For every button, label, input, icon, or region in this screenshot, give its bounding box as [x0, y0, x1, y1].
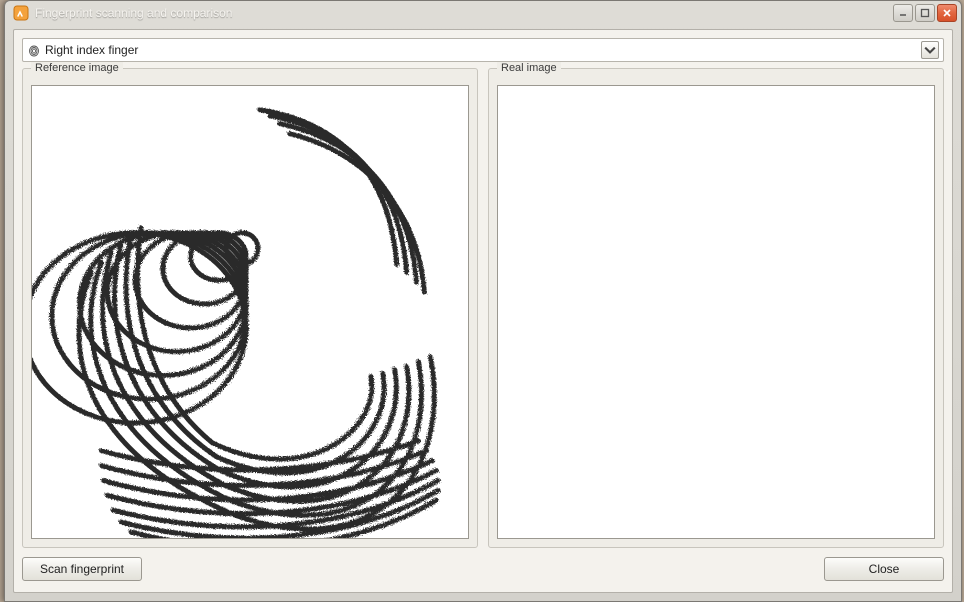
finger-selector-label: Right index finger — [45, 43, 921, 57]
footer: Scan fingerprint Close — [22, 554, 944, 584]
fingerprint-image — [32, 86, 468, 538]
fingerprint-app-icon — [13, 5, 29, 21]
image-panels: Reference image — [22, 68, 944, 548]
reference-image-title: Reference image — [31, 62, 123, 74]
real-image-title: Real image — [497, 62, 561, 74]
minimize-button[interactable] — [893, 4, 913, 22]
finger-selector[interactable]: Right index finger — [22, 38, 944, 62]
window-title: Fingerprint scanning and comparison — [33, 6, 893, 20]
fingerprint-icon — [27, 43, 41, 57]
close-button[interactable]: Close — [824, 557, 944, 581]
reference-image-group: Reference image — [22, 68, 478, 548]
chevron-down-icon[interactable] — [921, 41, 939, 59]
dialog-window: Fingerprint scanning and comparison Righ… — [4, 0, 962, 602]
real-image-group: Real image — [488, 68, 944, 548]
client-area: Right index finger Reference image — [13, 29, 953, 593]
titlebar[interactable]: Fingerprint scanning and comparison — [5, 1, 961, 25]
close-window-button[interactable] — [937, 4, 957, 22]
maximize-button[interactable] — [915, 4, 935, 22]
real-image-frame — [497, 85, 935, 539]
window-controls — [893, 4, 957, 22]
scan-fingerprint-button[interactable]: Scan fingerprint — [22, 557, 142, 581]
reference-image-frame — [31, 85, 469, 539]
